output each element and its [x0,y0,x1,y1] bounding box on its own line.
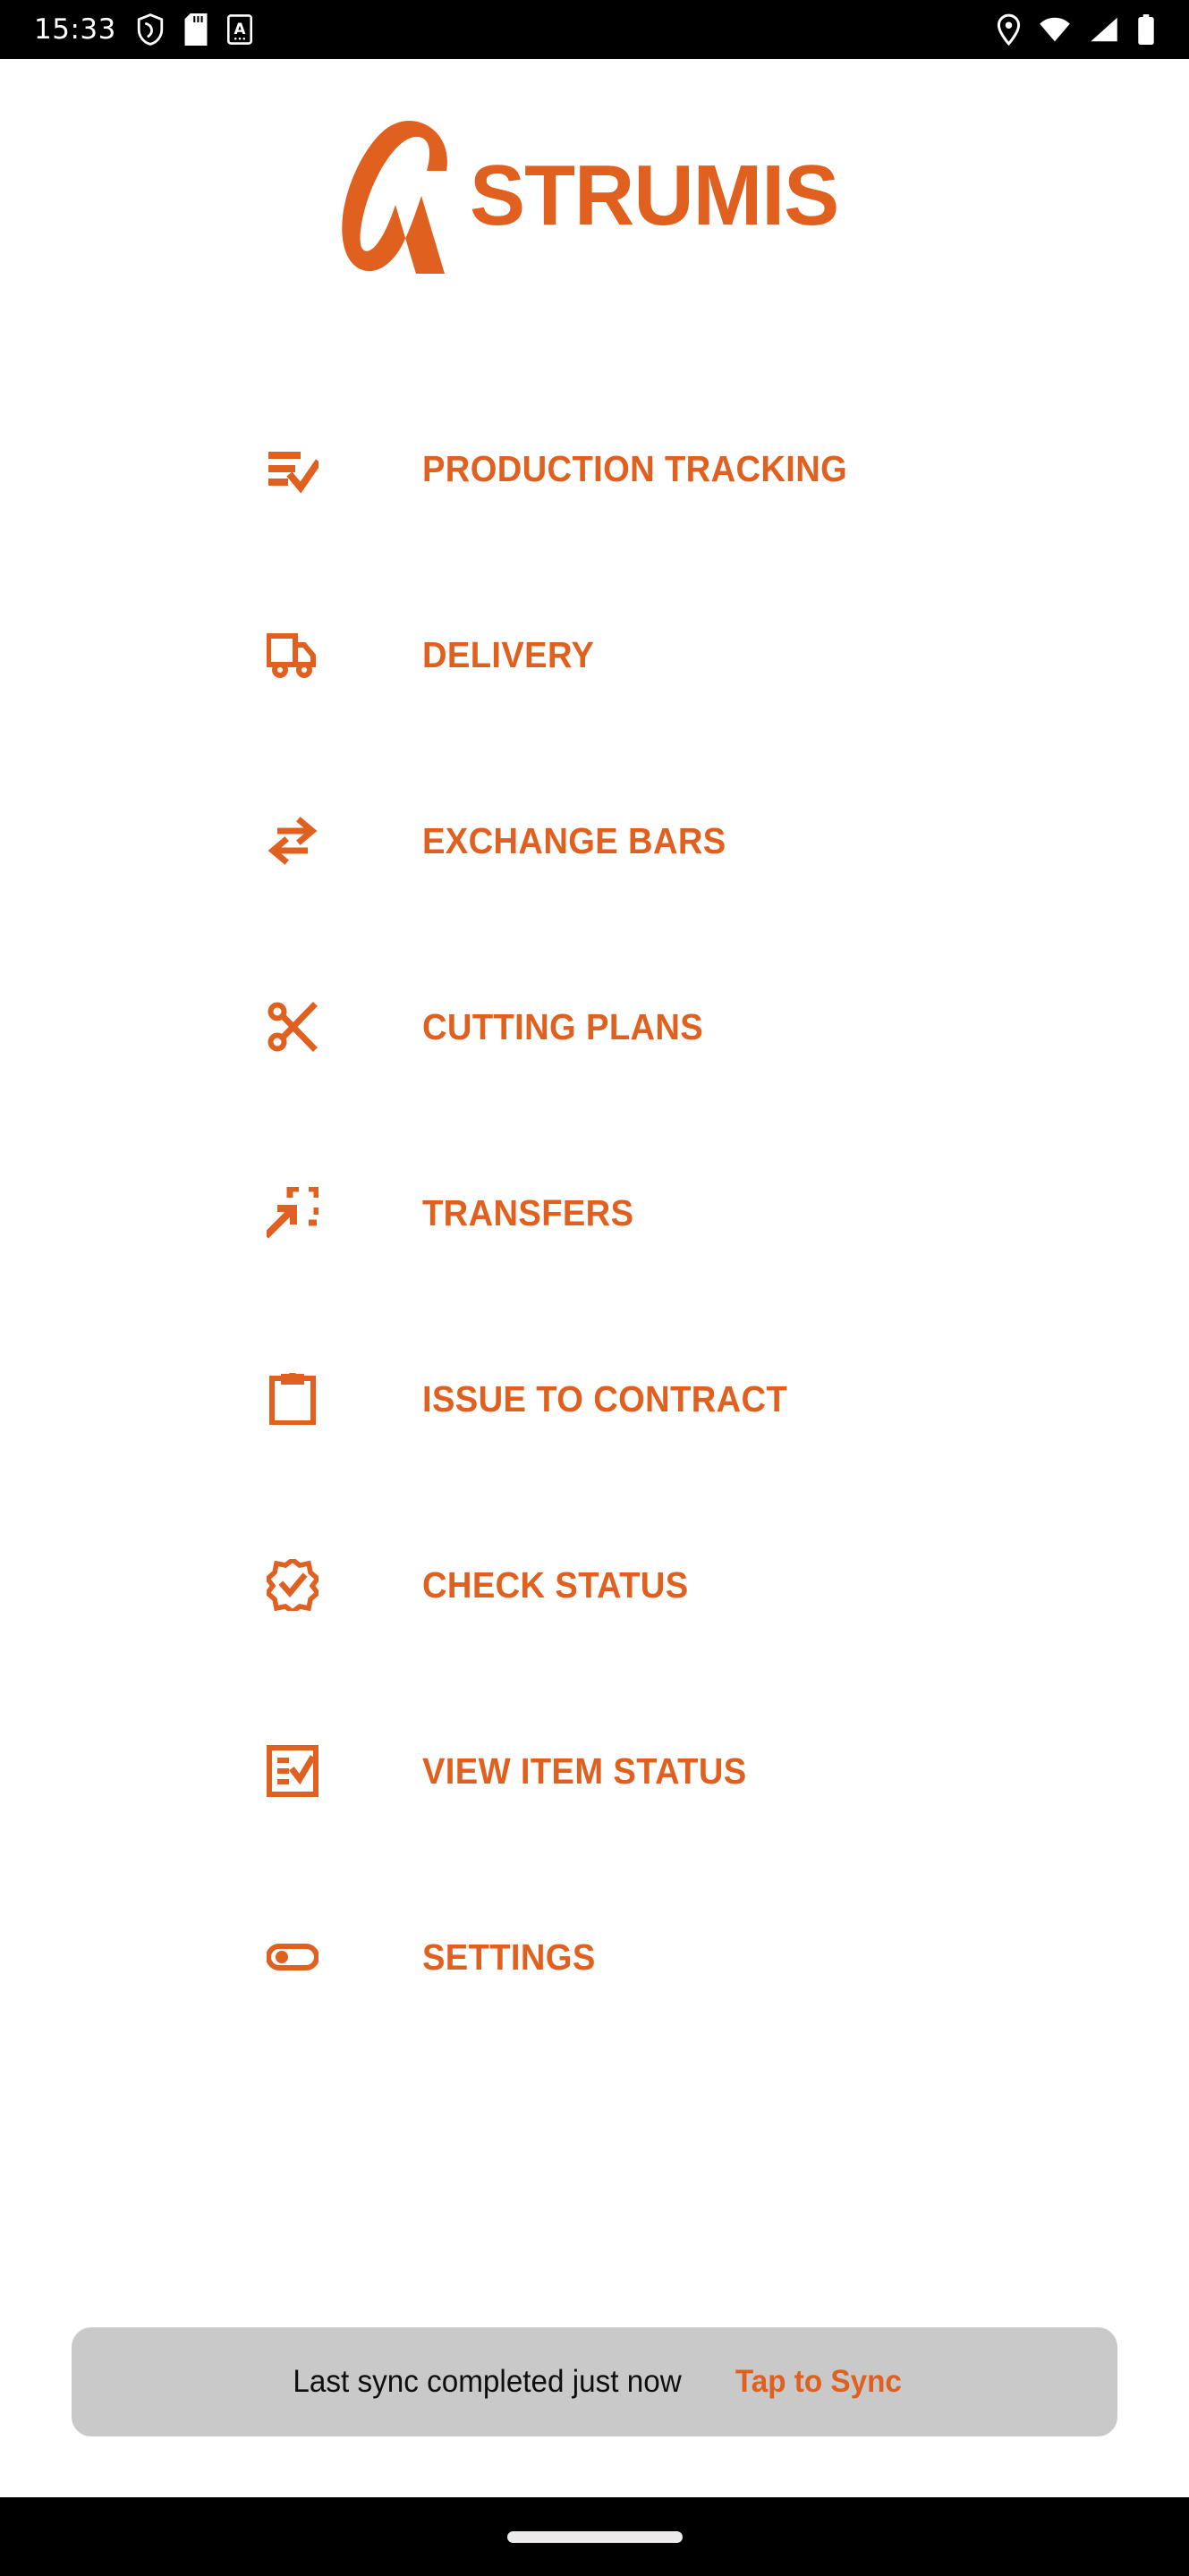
sync-status-bar[interactable]: Last sync completed just now Tap to Sync [72,2327,1117,2436]
sd-card-icon [184,13,208,46]
system-navigation-bar [0,2497,1189,2576]
status-bar-right [997,13,1155,46]
menu-item-label: TRANSFERS [422,1191,634,1233]
menu-item-exchange-bars[interactable]: EXCHANGE BARS [0,748,1189,934]
clipboard-icon [267,1373,318,1425]
shield-icon [137,13,164,46]
swap-arrows-icon [267,815,318,867]
menu-item-label: ISSUE TO CONTRACT [422,1377,788,1419]
strumis-a-logo-icon [342,120,447,274]
alphabet-a-icon: A [226,14,252,45]
toggle-switch-icon [267,1931,318,1983]
menu-item-transfers[interactable]: TRANSFERS [0,1120,1189,1306]
cellular-signal-icon [1091,17,1117,42]
menu-item-label: CHECK STATUS [422,1563,689,1606]
home-gesture-pill[interactable] [506,2530,683,2543]
checklist-box-icon [267,1745,318,1797]
svg-text:A: A [234,20,245,38]
brand-name: STRUMIS [470,147,839,243]
menu-item-label: SETTINGS [422,1936,596,1978]
sync-status-text: Last sync completed just now [293,2364,682,2399]
menu-item-delivery[interactable]: DELIVERY [0,562,1189,748]
main-menu: PRODUCTION TRACKING DELIVERY EXCHANGE BA… [0,376,1189,2050]
phone-screen: 15:33 A STRUMIS PRODUCTION TRACKING DELI… [0,0,1189,2576]
truck-icon [267,629,318,681]
verified-badge-icon [267,1559,318,1611]
app-logo: STRUMIS [0,117,1189,274]
menu-item-view-item-status[interactable]: VIEW ITEM STATUS [0,1678,1189,1864]
app-screen: STRUMIS PRODUCTION TRACKING DELIVERY EXC… [0,59,1189,2497]
menu-item-label: EXCHANGE BARS [422,819,726,861]
status-bar: 15:33 A [0,0,1189,59]
battery-icon [1138,14,1154,45]
menu-item-cutting-plans[interactable]: CUTTING PLANS [0,934,1189,1120]
move-into-frame-icon [267,1187,318,1239]
wifi-icon [1040,17,1070,42]
menu-item-label: PRODUCTION TRACKING [422,447,848,489]
tap-to-sync-button[interactable]: Tap to Sync [735,2364,902,2400]
menu-item-label: VIEW ITEM STATUS [422,1750,747,1792]
status-bar-clock: 15:33 [34,13,116,46]
menu-item-settings[interactable]: SETTINGS [0,1864,1189,2050]
menu-item-check-status[interactable]: CHECK STATUS [0,1492,1189,1678]
status-bar-left: 15:33 A [34,13,252,46]
menu-item-label: DELIVERY [422,633,595,675]
location-pin-icon [997,13,1021,46]
menu-item-issue-to-contract[interactable]: ISSUE TO CONTRACT [0,1306,1189,1492]
menu-item-production-tracking[interactable]: PRODUCTION TRACKING [0,376,1189,562]
list-check-icon [267,443,318,495]
menu-item-label: CUTTING PLANS [422,1005,704,1047]
scissors-icon [267,1001,318,1053]
